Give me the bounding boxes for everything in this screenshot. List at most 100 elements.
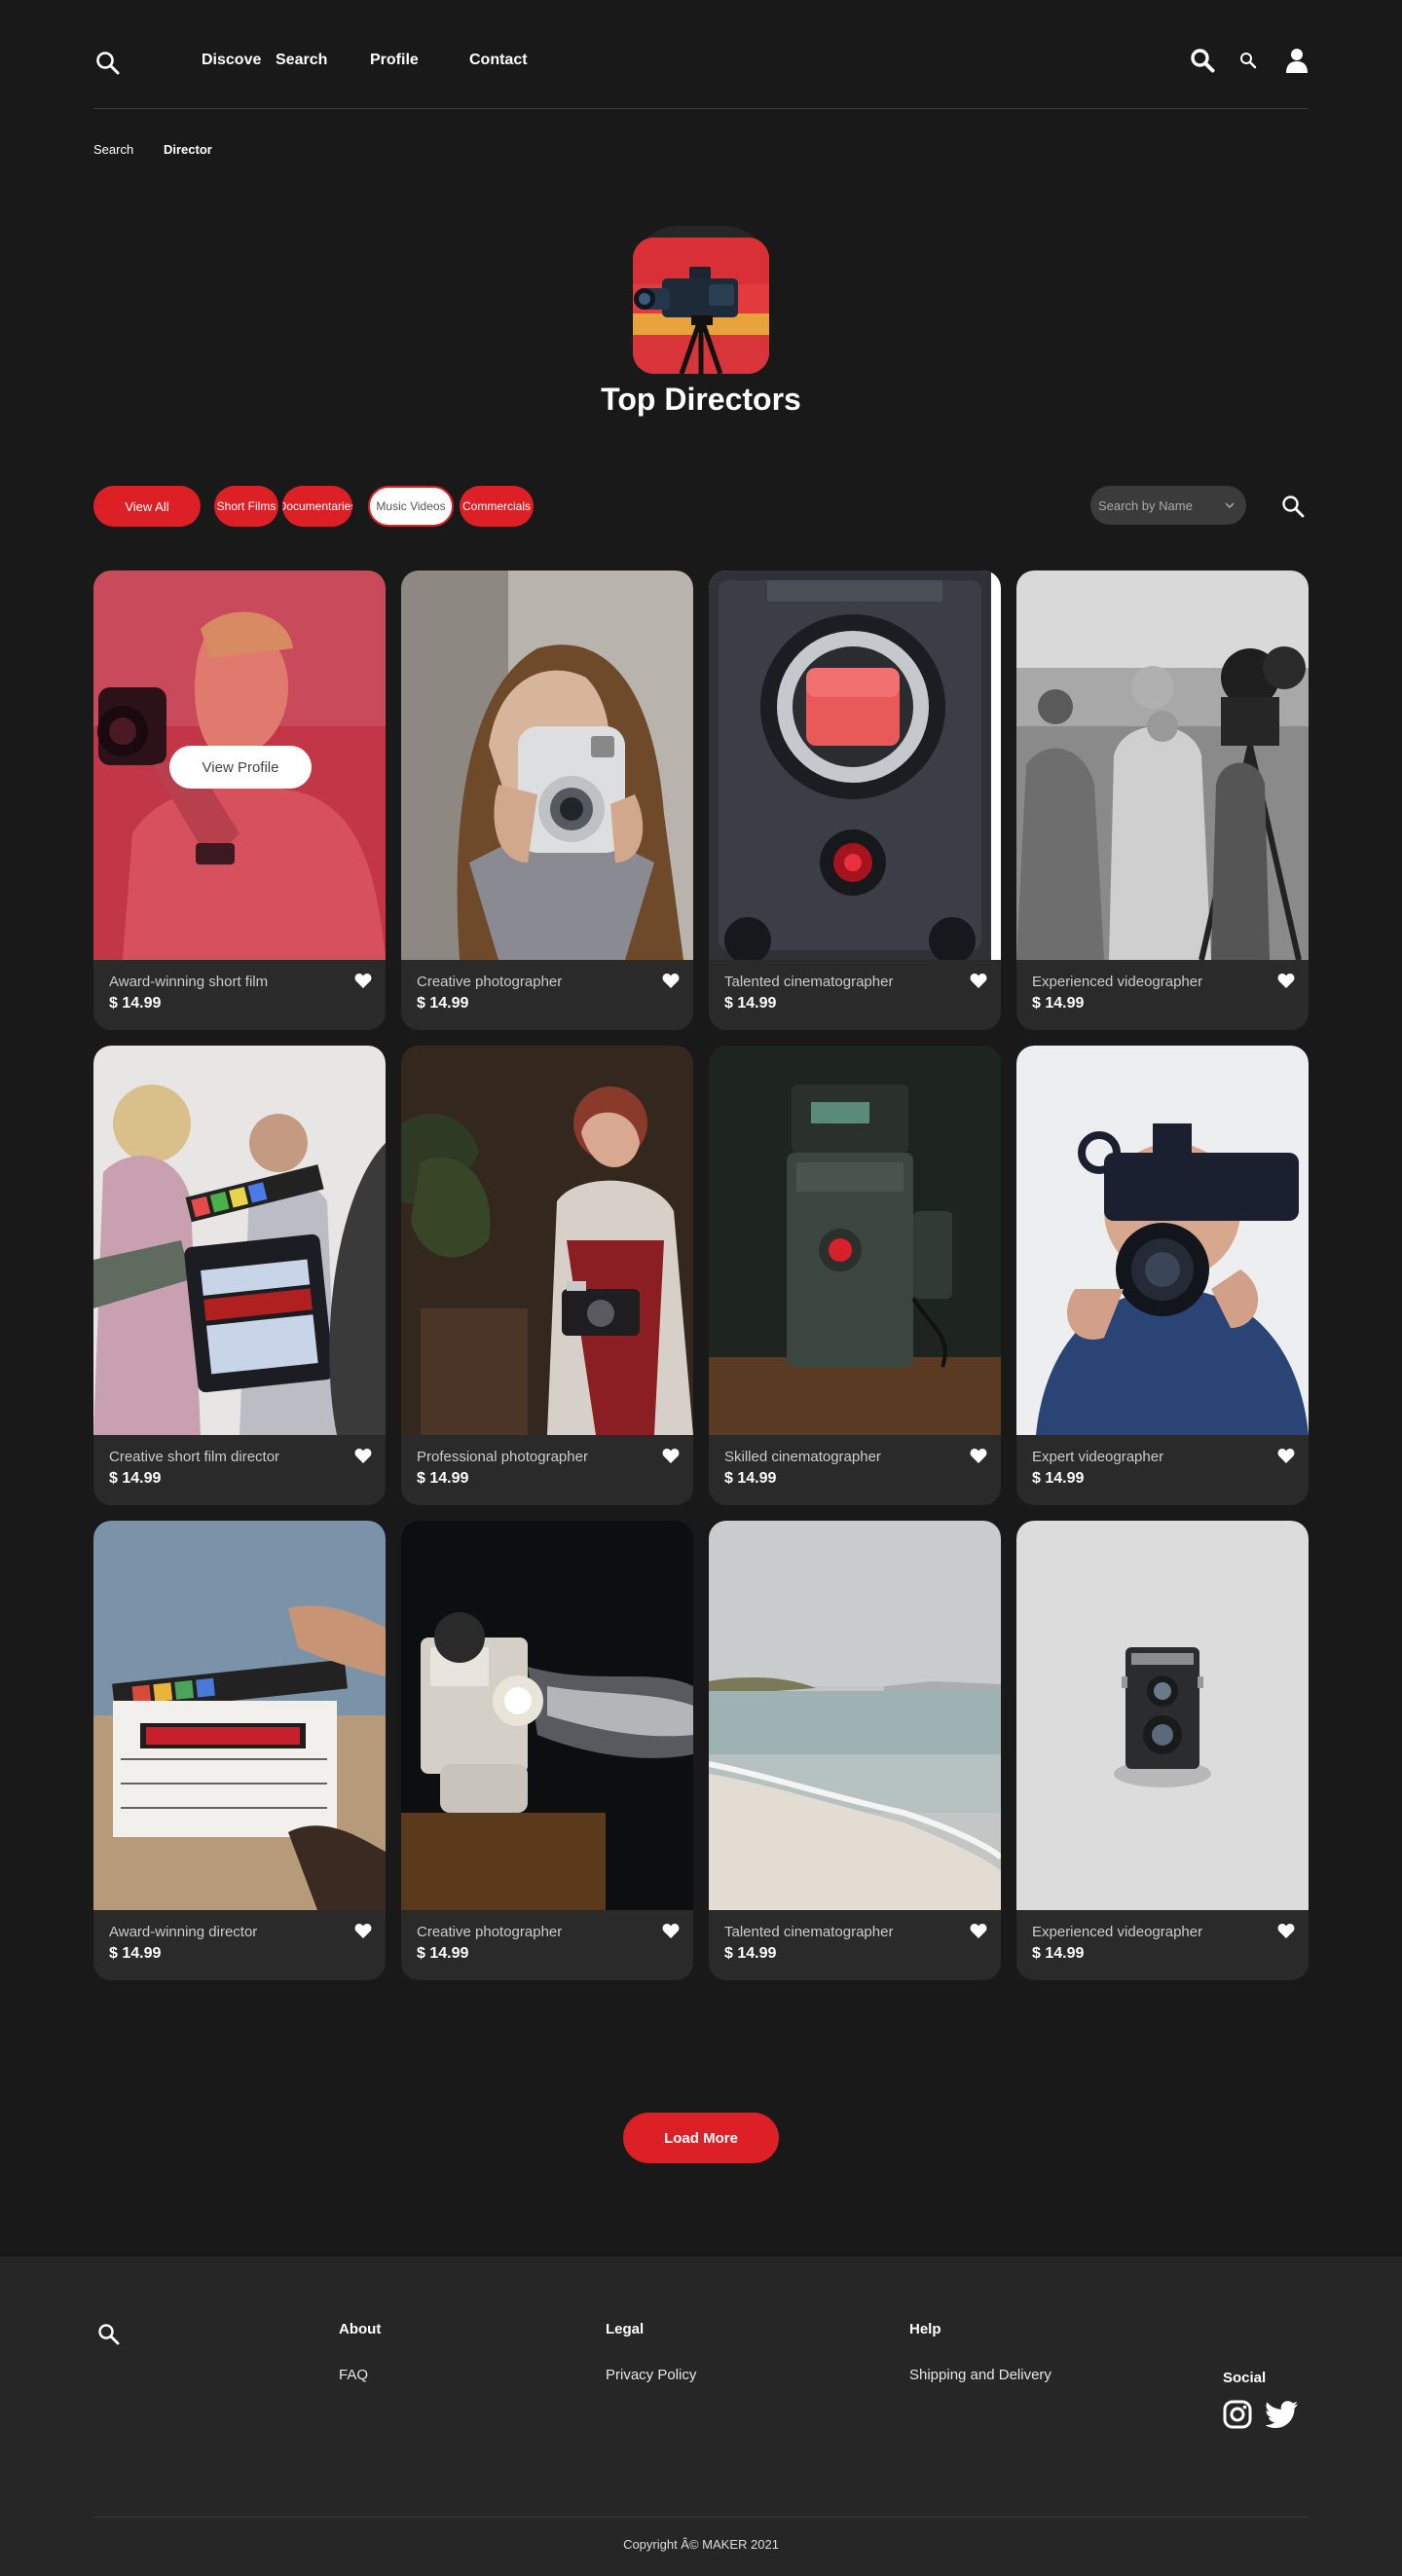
card-image	[1016, 1521, 1309, 1910]
card-title: Experienced videographer	[1032, 1924, 1203, 1940]
footer-col-about: About FAQ	[339, 2321, 381, 2383]
main-nav: Discove Search Profile Contact	[202, 52, 528, 69]
chip-view-all[interactable]: View All	[93, 486, 201, 527]
card-title: Experienced videographer	[1032, 974, 1203, 990]
twitter-icon[interactable]	[1266, 2400, 1299, 2429]
card-title: Creative short film director	[109, 1449, 280, 1465]
card-price: $ 14.99	[724, 1470, 777, 1487]
footer-heading-help: Help	[909, 2321, 941, 2337]
card-image	[93, 1046, 386, 1435]
heart-icon[interactable]	[662, 1924, 680, 1939]
card-price: $ 14.99	[1032, 995, 1085, 1012]
page-title: Top Directors	[601, 382, 801, 417]
filter-chips: View All Short Films Documentaries Music…	[93, 486, 534, 527]
chip-documentaries[interactable]: Documentaries	[282, 486, 352, 527]
search-small-icon[interactable]	[1238, 51, 1258, 70]
footer-social: Social	[1223, 2370, 1299, 2429]
card-title: Award-winning short film	[109, 974, 269, 990]
card-image	[709, 1521, 1001, 1910]
heart-icon[interactable]	[970, 974, 987, 989]
view-profile-button[interactable]: View Profile	[169, 746, 312, 789]
copyright: Copyright Â© MAKER 2021	[623, 2537, 779, 2552]
nav-discover[interactable]: Discove	[202, 52, 276, 69]
heart-icon[interactable]	[662, 974, 680, 989]
card-image	[1016, 1046, 1309, 1435]
search-by-name-select[interactable]: Search by Name	[1090, 486, 1246, 525]
card-price: $ 14.99	[417, 1945, 469, 1962]
card-title: Expert videographer	[1032, 1449, 1164, 1465]
breadcrumb-search[interactable]: Search	[93, 142, 164, 157]
footer-link-privacy[interactable]: Privacy Policy	[606, 2367, 696, 2383]
nav-search[interactable]: Search	[276, 52, 370, 69]
director-card[interactable]: Professional photographer $ 14.99	[401, 1046, 693, 1505]
heart-icon[interactable]	[1277, 1924, 1295, 1939]
heart-icon[interactable]	[1277, 974, 1295, 989]
nav-contact[interactable]: Contact	[469, 52, 528, 69]
heart-icon[interactable]	[1277, 1449, 1295, 1464]
site-footer: About FAQ Legal Privacy Policy Help Ship…	[0, 2257, 1402, 2576]
instagram-icon[interactable]	[1223, 2400, 1252, 2429]
search-by-name-placeholder: Search by Name	[1098, 497, 1193, 513]
heart-icon[interactable]	[354, 1449, 372, 1464]
hero-camera-image	[633, 238, 769, 374]
load-more-button[interactable]: Load More	[623, 2113, 779, 2163]
heart-icon[interactable]	[970, 1449, 987, 1464]
heart-icon[interactable]	[970, 1924, 987, 1939]
director-card[interactable]: Expert videographer $ 14.99	[1016, 1046, 1309, 1505]
director-card[interactable]: Award-winning director $ 14.99	[93, 1521, 386, 1980]
site-header: Discove Search Profile Contact	[93, 35, 1309, 109]
card-price: $ 14.99	[724, 995, 777, 1012]
user-icon[interactable]	[1285, 47, 1309, 74]
search-logo-icon[interactable]	[93, 49, 123, 78]
footer-heading-about: About	[339, 2321, 382, 2337]
filter-search-icon[interactable]	[1277, 491, 1309, 522]
card-image	[709, 1046, 1001, 1435]
card-image: View Profile	[93, 570, 386, 960]
card-image	[1016, 570, 1309, 960]
breadcrumb: Search Director	[93, 142, 212, 157]
card-price: $ 14.99	[417, 1470, 469, 1487]
director-card[interactable]: Creative photographer $ 14.99	[401, 1521, 693, 1980]
footer-link-faq[interactable]: FAQ	[339, 2367, 381, 2383]
card-title: Talented cinematographer	[724, 1924, 894, 1940]
director-card[interactable]: Talented cinematographer $ 14.99	[709, 1521, 1001, 1980]
chip-commercials[interactable]: Commercials	[460, 486, 534, 527]
footer-link-shipping[interactable]: Shipping and Delivery	[909, 2367, 1052, 2383]
card-image	[93, 1521, 386, 1910]
card-price: $ 14.99	[109, 1945, 162, 1962]
chip-short-films[interactable]: Short Films	[214, 486, 278, 527]
heart-icon[interactable]	[354, 1924, 372, 1939]
chip-music-videos[interactable]: Music Videos	[368, 486, 454, 527]
card-title: Creative photographer	[417, 1924, 563, 1940]
card-price: $ 14.99	[1032, 1470, 1085, 1487]
footer-heading-legal: Legal	[606, 2321, 645, 2337]
card-price: $ 14.99	[724, 1945, 777, 1962]
director-card[interactable]: Experienced videographer $ 14.99	[1016, 570, 1309, 1030]
chevron-down-icon	[1225, 502, 1235, 508]
card-price: $ 14.99	[109, 995, 162, 1012]
footer-heading-social: Social	[1223, 2370, 1267, 2386]
footer-divider	[93, 2517, 1309, 2518]
card-image	[401, 570, 693, 960]
card-price: $ 14.99	[1032, 1945, 1085, 1962]
director-card[interactable]: Creative photographer $ 14.99	[401, 570, 693, 1030]
card-title: Creative photographer	[417, 974, 563, 990]
card-price: $ 14.99	[417, 995, 469, 1012]
header-actions	[1190, 47, 1309, 74]
heart-icon[interactable]	[354, 974, 372, 989]
page: Discove Search Profile Contact Search Di…	[0, 0, 1402, 2576]
search-icon[interactable]	[1190, 48, 1215, 73]
director-card[interactable]: Talented cinematographer $ 14.99	[709, 570, 1001, 1030]
breadcrumb-current: Director	[164, 142, 212, 157]
nav-profile[interactable]: Profile	[370, 52, 469, 69]
director-card[interactable]: View Profile Award-winning short film $ …	[93, 570, 386, 1030]
card-title: Talented cinematographer	[724, 974, 894, 990]
heart-icon[interactable]	[662, 1449, 680, 1464]
footer-col-help: Help Shipping and Delivery	[909, 2321, 1052, 2383]
director-card[interactable]: Skilled cinematographer $ 14.99	[709, 1046, 1001, 1505]
footer-search-logo-icon[interactable]	[95, 2321, 123, 2348]
card-title: Award-winning director	[109, 1924, 258, 1940]
director-card[interactable]: Creative short film director $ 14.99	[93, 1046, 386, 1505]
director-card[interactable]: Experienced videographer $ 14.99	[1016, 1521, 1309, 1980]
card-image	[709, 570, 1001, 960]
